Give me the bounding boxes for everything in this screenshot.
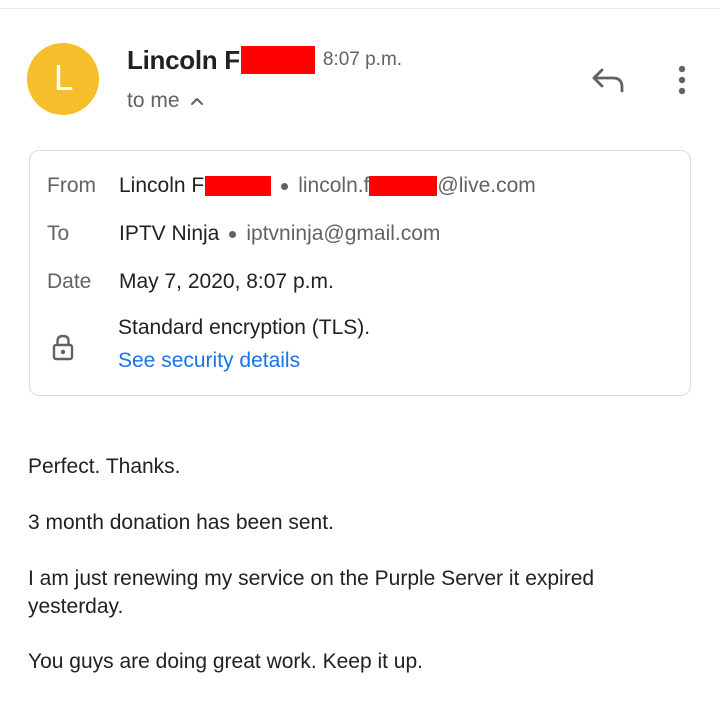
avatar-letter: L (53, 59, 73, 99)
date-value: May 7, 2020, 8:07 p.m. (119, 270, 334, 293)
from-email-prefix[interactable]: lincoln.f (298, 174, 369, 198)
to-row: To IPTV Ninja iptvninja@gmail.com (47, 219, 440, 249)
reply-button[interactable] (588, 60, 628, 100)
security-details-link[interactable]: See security details (118, 349, 300, 373)
date-row: Date May 7, 2020, 8:07 p.m. (47, 267, 334, 297)
recipients-toggle[interactable]: to me (127, 86, 204, 116)
redaction-box (369, 176, 438, 196)
more-options-button[interactable] (662, 60, 702, 100)
message-paragraph: I am just renewing my service on the Pur… (28, 567, 595, 618)
from-label: From (47, 174, 96, 197)
date-label: Date (47, 270, 92, 293)
message-paragraph: 3 month donation has been sent. (28, 511, 334, 534)
to-label: To (47, 222, 70, 245)
from-row: From Lincoln F lincoln.f @live.com (47, 171, 536, 201)
separator-dot (281, 182, 289, 190)
encryption-text: Standard encryption (TLS). (118, 316, 371, 339)
redaction-box (205, 176, 272, 196)
email-view: L Lincoln F 8:07 p.m. to me From Lincoln… (0, 0, 720, 720)
message-paragraph: Perfect. Thanks. (28, 455, 181, 478)
lock-icon (52, 334, 74, 361)
sent-time: 8:07 p.m. (322, 49, 403, 70)
message-paragraph: You guys are doing great work. Keep it u… (28, 650, 423, 673)
from-email-suffix[interactable]: @live.com (437, 174, 535, 198)
sender-avatar[interactable]: L (27, 43, 99, 115)
to-name: IPTV Ninja (119, 222, 220, 245)
separator-dot (229, 230, 237, 238)
from-name: Lincoln F (119, 174, 205, 197)
more-vert-icon (678, 65, 686, 95)
sender-name[interactable]: Lincoln F (127, 45, 240, 76)
sender-line: Lincoln F 8:07 p.m. (127, 42, 402, 78)
chevron-up-icon (190, 98, 203, 105)
to-me-label: to me (127, 89, 180, 112)
reply-icon (592, 68, 624, 93)
redaction-box (240, 46, 315, 74)
top-divider (0, 8, 720, 9)
to-email[interactable]: iptvninja@gmail.com (246, 222, 440, 246)
message-details-card: From Lincoln F lincoln.f @live.com To IP… (29, 150, 691, 396)
